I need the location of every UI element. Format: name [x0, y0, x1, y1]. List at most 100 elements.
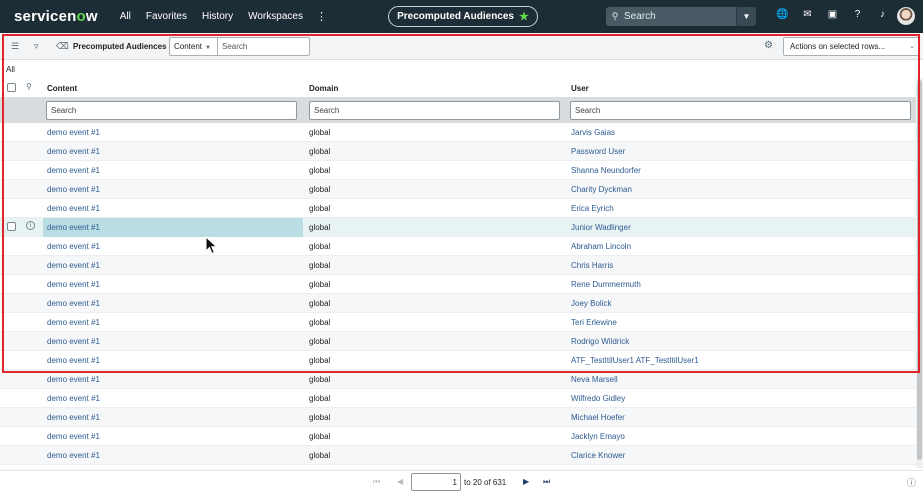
user-cell-link[interactable]: Abraham Lincoln: [571, 242, 631, 251]
select-all-checkbox[interactable]: [7, 83, 16, 92]
user-cell-link[interactable]: Rodrigo Wildrick: [571, 337, 629, 346]
user-cell-link[interactable]: Rene Dummermuth: [571, 280, 641, 289]
screen-icon[interactable]: ▣: [820, 9, 845, 20]
content-cell-link[interactable]: demo event #1: [47, 223, 100, 232]
table-row[interactable]: demo event #1 global Wilfredo Gidley: [0, 389, 923, 408]
content-cell-link[interactable]: demo event #1: [47, 337, 100, 346]
user-search-input[interactable]: Search: [570, 101, 911, 120]
content-cell-link[interactable]: demo event #1: [47, 318, 100, 327]
nav-icon-group: 🌐 ✉ ▣ ? ♪: [770, 9, 895, 20]
list-search-input[interactable]: Search: [217, 37, 310, 56]
table-row[interactable]: demo event #1 global Clarice Knower: [0, 446, 923, 465]
table-row[interactable]: demo event #1 global Jacklyn Emayo: [0, 427, 923, 446]
context-title-pill[interactable]: Precomputed Audiences ★: [388, 6, 538, 27]
user-cell-link[interactable]: Charity Dyckman: [571, 185, 632, 194]
content-cell-link[interactable]: demo event #1: [47, 280, 100, 289]
info-icon[interactable]: i: [26, 221, 35, 230]
user-cell-link[interactable]: Wilfredo Gidley: [571, 394, 625, 403]
content-cell-link[interactable]: demo event #1: [47, 147, 100, 156]
user-cell-link[interactable]: Chris Harris: [571, 261, 613, 270]
user-cell-link[interactable]: ATF_TestItilUser1 ATF_TestItilUser1: [571, 356, 699, 365]
table-row[interactable]: demo event #1 global Joey Bolick: [0, 294, 923, 313]
scrollbar-thumb[interactable]: [917, 80, 922, 460]
table-row[interactable]: i demo event #1 global Junior Wadlinger: [0, 218, 923, 237]
user-cell-link[interactable]: Teri Erlewine: [571, 318, 617, 327]
domain-cell: global: [309, 280, 331, 289]
actions-select[interactable]: Actions on selected rows... ⌄: [783, 37, 920, 56]
content-search-input[interactable]: Search: [46, 101, 297, 120]
content-cell-link[interactable]: demo event #1: [47, 299, 100, 308]
column-header-user[interactable]: User: [571, 84, 589, 93]
previous-page-button[interactable]: ◀: [397, 477, 403, 486]
breadcrumb[interactable]: All: [6, 65, 15, 74]
row-checkbox[interactable]: [7, 222, 16, 231]
table-row[interactable]: demo event #1 global Rene Dummermuth: [0, 275, 923, 294]
content-cell-link[interactable]: demo event #1: [47, 128, 100, 137]
user-cell-link[interactable]: Clarice Knower: [571, 451, 625, 460]
chat-icon[interactable]: ✉: [795, 9, 820, 20]
nav-item-history[interactable]: History: [202, 11, 233, 22]
table-row[interactable]: demo event #1 global Shanna Neundorfer: [0, 161, 923, 180]
table-row[interactable]: demo event #1 global Michael Hoefer: [0, 408, 923, 427]
table-row[interactable]: demo event #1 global Jarvis Gaias: [0, 123, 923, 142]
domain-cell: global: [309, 299, 331, 308]
user-cell-link[interactable]: Michael Hoefer: [571, 413, 625, 422]
column-header-domain[interactable]: Domain: [309, 84, 338, 93]
user-cell-link[interactable]: Password User: [571, 147, 625, 156]
help-icon[interactable]: ?: [845, 9, 870, 20]
last-page-button[interactable]: ⏭: [543, 477, 550, 487]
content-cell-link[interactable]: demo event #1: [47, 261, 100, 270]
servicenow-logo[interactable]: servicenow: [14, 8, 98, 25]
content-cell-link[interactable]: demo event #1: [47, 451, 100, 460]
gear-icon[interactable]: ⚙: [764, 40, 773, 51]
nav-item-all[interactable]: All: [120, 11, 131, 22]
domain-cell: global: [309, 394, 331, 403]
search-scope-dropdown[interactable]: ▼: [736, 7, 756, 26]
user-cell-link[interactable]: Shanna Neundorfer: [571, 166, 641, 175]
first-page-button[interactable]: ⏮: [373, 477, 380, 487]
bell-icon[interactable]: ♪: [870, 9, 895, 20]
content-cell-link[interactable]: demo event #1: [47, 185, 100, 194]
table-row[interactable]: demo event #1 global Neva Marsell: [0, 370, 923, 389]
domain-search-input[interactable]: Search: [309, 101, 560, 120]
content-cell-link[interactable]: demo event #1: [47, 413, 100, 422]
table-row[interactable]: demo event #1 global Abraham Lincoln: [0, 237, 923, 256]
help-icon[interactable]: ⓘ: [907, 476, 916, 489]
global-search[interactable]: ⚲ Search ▼: [606, 7, 756, 26]
table-row[interactable]: demo event #1 global Rodrigo Wildrick: [0, 332, 923, 351]
page-number-input[interactable]: 1: [411, 473, 461, 491]
table-row[interactable]: demo event #1 global Charity Dyckman: [0, 180, 923, 199]
filter-icon[interactable]: ▿: [34, 41, 39, 52]
content-cell-link[interactable]: demo event #1: [47, 166, 100, 175]
nav-item-favorites[interactable]: Favorites: [146, 11, 187, 22]
hamburger-menu-icon[interactable]: ☰: [11, 41, 19, 52]
search-toggle-icon[interactable]: ⚲: [26, 82, 32, 91]
table-row[interactable]: demo event #1 global Teri Erlewine: [0, 313, 923, 332]
user-cell-link[interactable]: Jacklyn Emayo: [571, 432, 625, 441]
table-row[interactable]: demo event #1 global Password User: [0, 142, 923, 161]
column-header-content[interactable]: Content: [47, 84, 77, 93]
globe-icon[interactable]: 🌐: [770, 9, 795, 20]
table-row[interactable]: demo event #1 global Erica Eyrich: [0, 199, 923, 218]
global-search-input[interactable]: Search: [624, 11, 736, 22]
user-cell-link[interactable]: Erica Eyrich: [571, 204, 614, 213]
content-cell-link[interactable]: demo event #1: [47, 394, 100, 403]
user-avatar[interactable]: [897, 7, 915, 25]
content-cell-link[interactable]: demo event #1: [47, 432, 100, 441]
content-cell-link[interactable]: demo event #1: [47, 356, 100, 365]
user-cell-link[interactable]: Jarvis Gaias: [571, 128, 615, 137]
content-cell-link[interactable]: demo event #1: [47, 242, 100, 251]
next-page-button[interactable]: ▶: [523, 477, 529, 486]
user-cell-link[interactable]: Junior Wadlinger: [571, 223, 631, 232]
comment-icon[interactable]: ⌫: [56, 41, 69, 52]
favorite-star-icon[interactable]: ★: [519, 10, 529, 23]
nav-item-workspaces[interactable]: Workspaces: [248, 11, 303, 22]
content-cell-link[interactable]: demo event #1: [47, 204, 100, 213]
content-cell-link[interactable]: demo event #1: [47, 375, 100, 384]
search-field-select[interactable]: Content ▼: [169, 37, 217, 56]
more-menu-icon[interactable]: ⋮: [316, 10, 327, 23]
user-cell-link[interactable]: Joey Bolick: [571, 299, 611, 308]
table-row[interactable]: demo event #1 global ATF_TestItilUser1 ATF…: [0, 351, 923, 370]
table-row[interactable]: demo event #1 global Chris Harris: [0, 256, 923, 275]
user-cell-link[interactable]: Neva Marsell: [571, 375, 618, 384]
